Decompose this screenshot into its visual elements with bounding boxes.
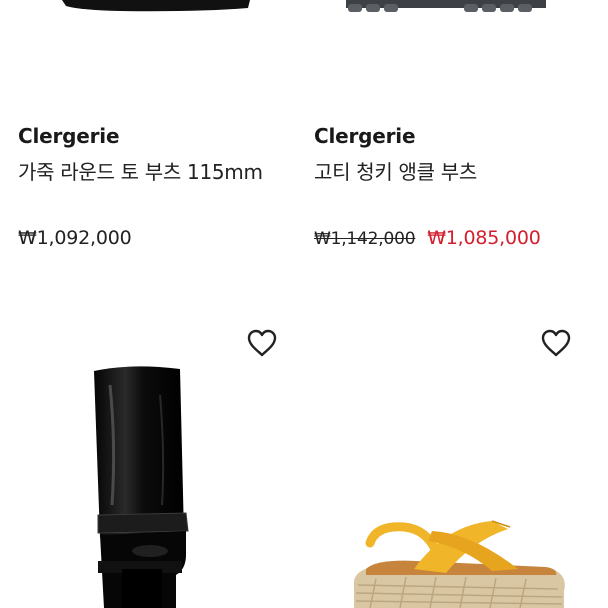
product-card-left[interactable]: Clergerie 가죽 라운드 토 부츠 115mm ₩1,092,000	[0, 0, 295, 608]
product-name[interactable]: 가죽 라운드 토 부츠 115mm	[18, 156, 263, 185]
sale-price: ₩1,085,000	[427, 227, 541, 249]
product-card-right[interactable]: Clergerie 고티 청키 앵클 부츠 ₩1,142,000 ₩1,085,…	[296, 0, 591, 608]
product-image-sandal[interactable]	[296, 355, 591, 608]
product-image-top-right[interactable]	[296, 0, 591, 24]
product-price-row: ₩1,092,000	[18, 227, 132, 249]
original-price: ₩1,142,000	[314, 229, 416, 249]
product-brand[interactable]: Clergerie	[18, 124, 120, 148]
product-image-boot[interactable]	[0, 355, 295, 608]
heart-outline-icon[interactable]	[246, 328, 278, 358]
heart-outline-icon[interactable]	[540, 328, 572, 358]
product-brand[interactable]: Clergerie	[314, 124, 416, 148]
product-price: ₩1,092,000	[18, 227, 132, 249]
product-price-row: ₩1,142,000 ₩1,085,000	[314, 227, 541, 249]
product-name[interactable]: 고티 청키 앵클 부츠	[314, 156, 477, 185]
product-image-top-left[interactable]	[0, 0, 295, 24]
